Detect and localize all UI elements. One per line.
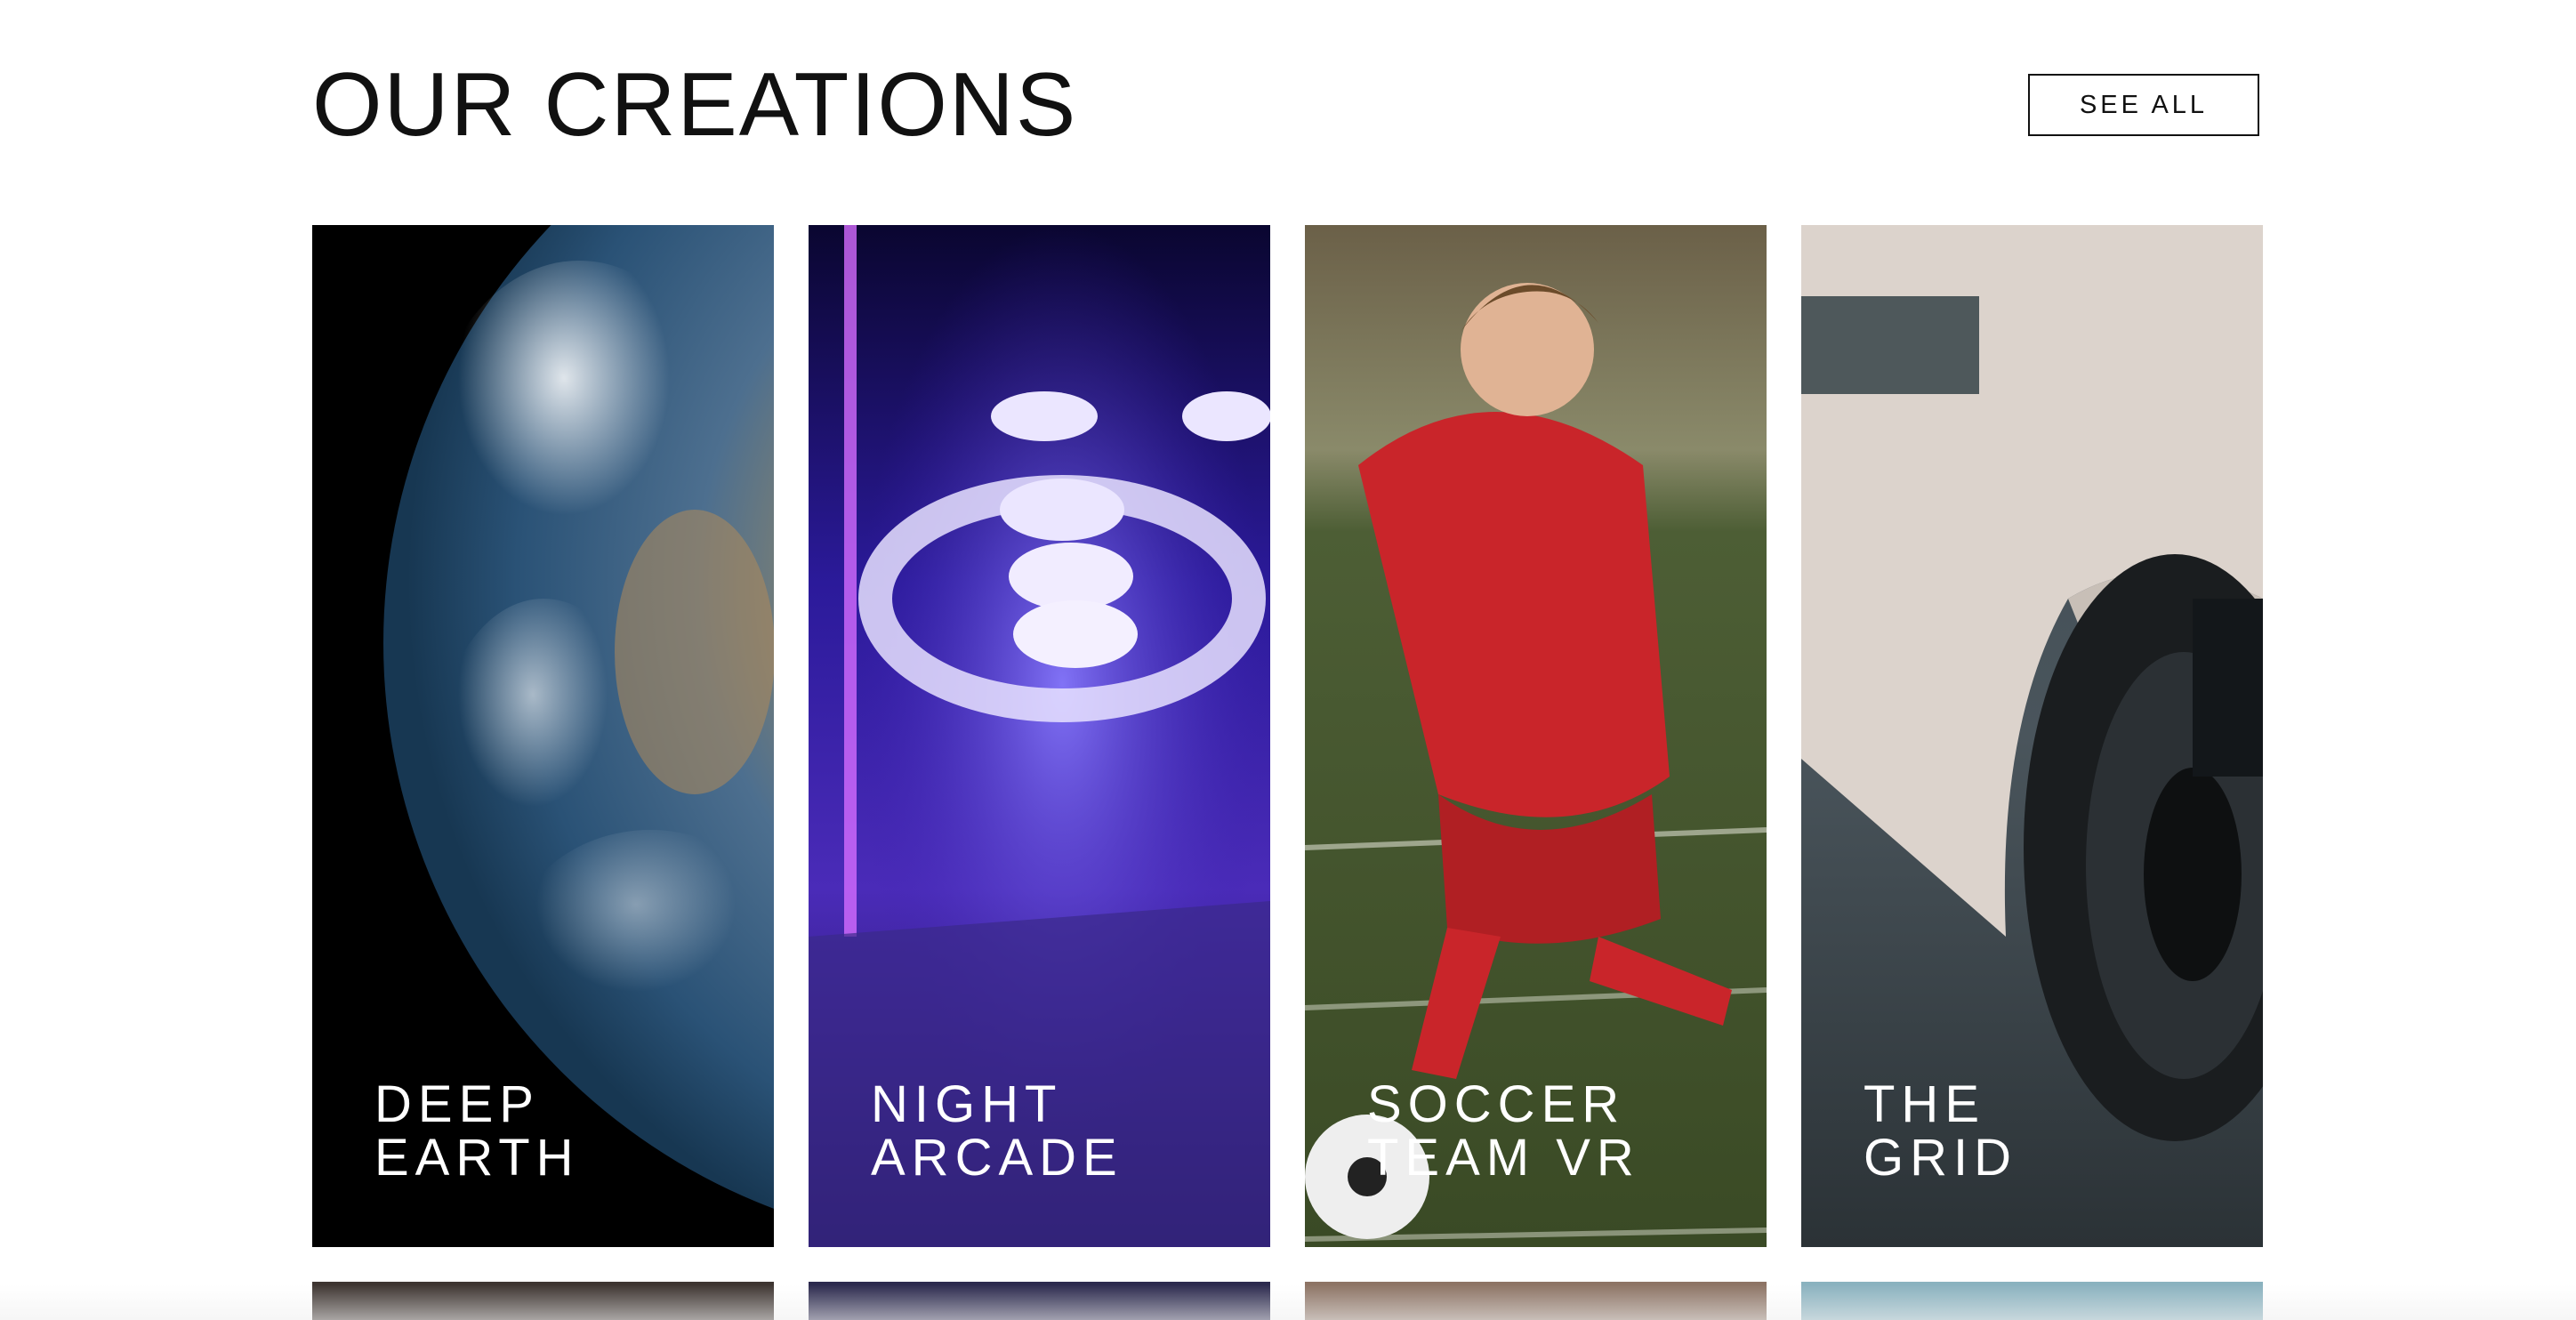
card-title-line1: SOCCER — [1367, 1075, 1626, 1133]
card-deep-earth[interactable]: DEEP EARTH — [312, 225, 774, 1247]
card-image — [312, 1282, 774, 1320]
creations-page: OUR CREATIONS SEE ALL DEEP EARTH NIGHT A… — [0, 0, 2576, 1320]
card-row2-3[interactable] — [1305, 1282, 1767, 1320]
card-title-line1: THE — [1864, 1075, 1985, 1133]
card-soccer-team-vr[interactable]: SOCCER TEAM VR — [1305, 225, 1767, 1247]
card-title-line2: ARCADE — [871, 1129, 1123, 1187]
section-title: OUR CREATIONS — [312, 55, 1078, 155]
card-image — [1801, 1282, 2263, 1320]
card-row2-1[interactable] — [312, 1282, 774, 1320]
card-title: SOCCER TEAM VR — [1367, 1078, 1640, 1185]
card-title: THE GRID — [1864, 1078, 2017, 1185]
card-title-line2: TEAM VR — [1367, 1129, 1640, 1187]
card-image — [809, 1282, 1270, 1320]
see-all-button[interactable]: SEE ALL — [2028, 74, 2259, 136]
card-row2-2[interactable] — [809, 1282, 1270, 1320]
card-title-line2: GRID — [1864, 1129, 2017, 1187]
card-title-line1: DEEP — [374, 1075, 540, 1133]
card-title: DEEP EARTH — [374, 1078, 580, 1185]
card-image — [1305, 1282, 1767, 1320]
card-title-line2: EARTH — [374, 1129, 580, 1187]
card-row2-4[interactable] — [1801, 1282, 2263, 1320]
card-title-line1: NIGHT — [871, 1075, 1063, 1133]
card-the-grid[interactable]: THE GRID — [1801, 225, 2263, 1247]
card-title: NIGHT ARCADE — [871, 1078, 1123, 1185]
card-night-arcade[interactable]: NIGHT ARCADE — [809, 225, 1270, 1247]
